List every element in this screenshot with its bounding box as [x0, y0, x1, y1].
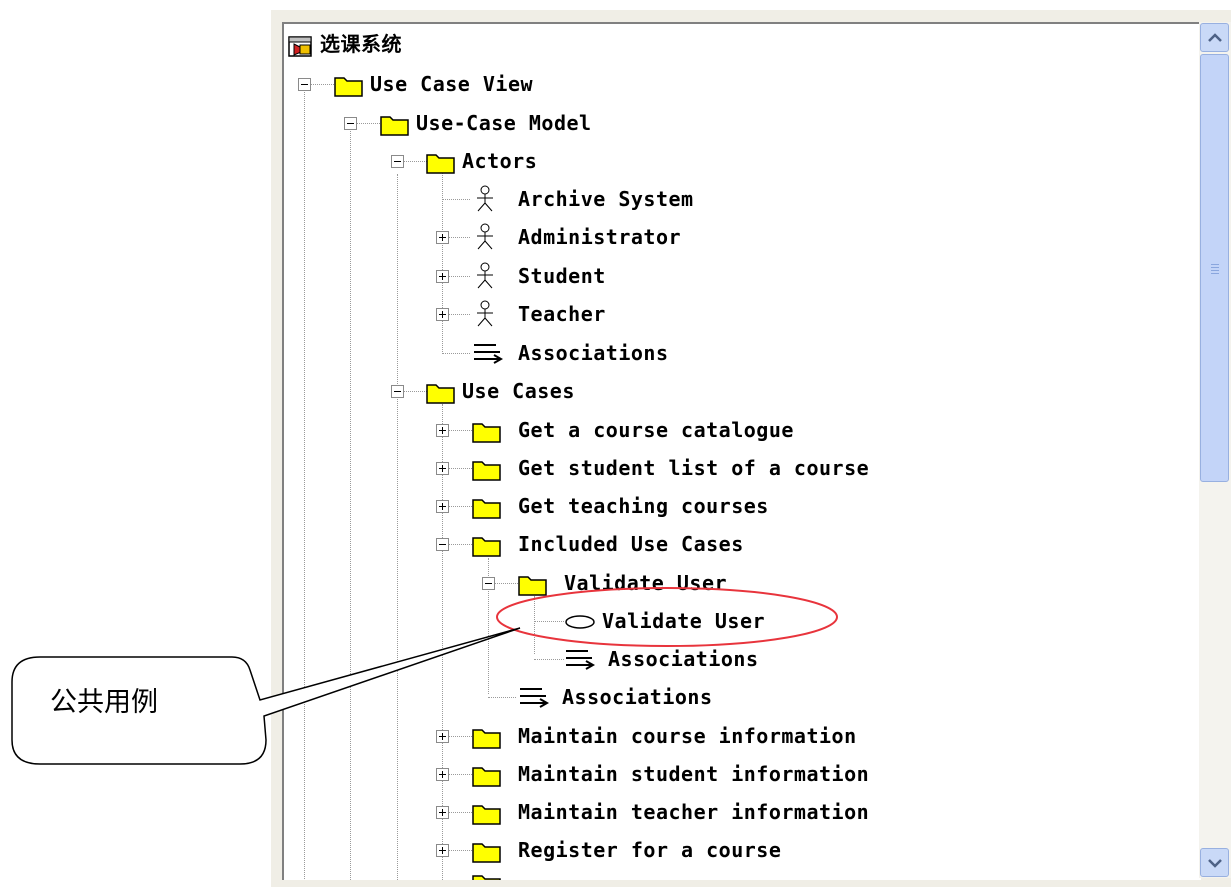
callout-overlay: [11, 587, 838, 765]
callout-label: 公共用例: [50, 687, 158, 718]
highlight-ellipse: [496, 587, 838, 647]
